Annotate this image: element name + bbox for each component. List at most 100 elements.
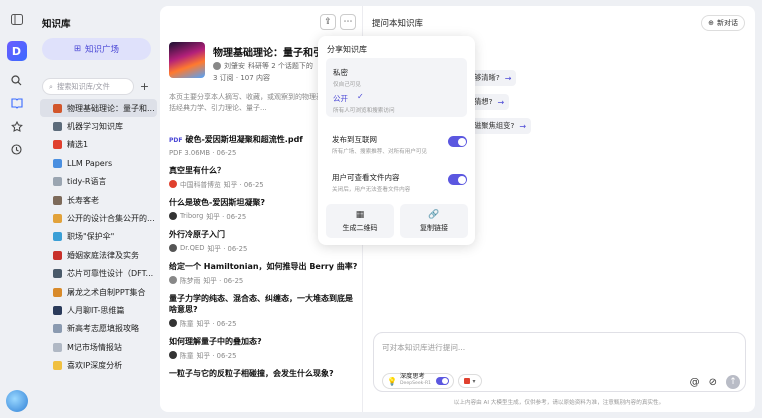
document-title: 量子力学的纯态、混合态、纠缠态，一大堆态到底是啥意思? bbox=[169, 293, 359, 315]
kb-list-item[interactable]: 职场"保护伞" bbox=[40, 228, 157, 246]
chat-title: 提问本知识库 bbox=[372, 19, 424, 29]
kb-list-item[interactable]: 长寿客老 bbox=[40, 191, 157, 209]
deep-think-switch[interactable] bbox=[436, 377, 450, 385]
kb-list-item[interactable]: 精选1 bbox=[40, 136, 157, 154]
arrow-right-icon: → bbox=[497, 97, 505, 107]
kb-list-item[interactable]: 芯片可靠性设计（DFT... bbox=[40, 265, 157, 283]
author-name: 陈童 bbox=[180, 352, 194, 360]
copy-link-button[interactable]: 🔗 复制链接 bbox=[400, 204, 468, 238]
permission-box: 私密 仅自己可见 公开 ✓ 所有人可浏览和搜索访问 bbox=[326, 58, 467, 117]
publish-row: 发布到互联网 所有广场、搜索推荐、对所有用户可见 bbox=[332, 134, 467, 155]
kb-thumbnail bbox=[53, 177, 62, 187]
at-icon[interactable]: @ bbox=[690, 377, 700, 388]
kb-list-item[interactable]: 物理基础理论：量子和... bbox=[40, 99, 157, 118]
suggestion-text: 够清晰? bbox=[474, 73, 500, 82]
chat-input-box[interactable]: 可对本知识库进行提问... 💡 深度思考 DeepSeek-R1 ▾ @ ⊘ ↑ bbox=[373, 332, 746, 392]
document-meta: 陈梦雨 知乎 · 06-25 bbox=[169, 275, 359, 285]
kb-thumbnail bbox=[53, 103, 62, 113]
kb-list-item[interactable]: 婚姻家庭法律及实务 bbox=[40, 246, 157, 264]
kb-list-item[interactable]: 公开的设计合集公开的... bbox=[40, 209, 157, 227]
author-name: Triborg bbox=[180, 212, 204, 220]
more-icon[interactable]: ⋯ bbox=[340, 14, 356, 30]
kb-list: 物理基础理论：量子和... 机器学习知识库 精选1 LLM Papers tidy-R语… bbox=[40, 99, 157, 375]
kb-square-button[interactable]: ⊞ 知识广场 bbox=[42, 38, 151, 60]
kb-item-label: 职场"保护伞" bbox=[67, 232, 115, 242]
kb-thumbnail bbox=[53, 287, 62, 297]
publish-toggle[interactable] bbox=[448, 136, 467, 147]
check-icon: ✓ bbox=[357, 92, 364, 101]
kb-item-label: 长寿客老 bbox=[67, 195, 99, 205]
view-content-label: 用户可查看文件内容 bbox=[332, 173, 400, 182]
kb-search-placeholder: 搜索知识库/文件 bbox=[57, 81, 110, 91]
kb-thumbnail bbox=[53, 305, 62, 315]
kb-item-label: 喜欢IP深度分析 bbox=[67, 361, 123, 371]
author-avatar bbox=[169, 244, 177, 252]
kb-list-item[interactable]: 喜欢IP深度分析 bbox=[40, 356, 157, 374]
kb-list-item[interactable]: tidy-R语言 bbox=[40, 173, 157, 191]
author-name: 中国科普博览 bbox=[180, 181, 221, 189]
kb-list-item[interactable]: LLM Papers bbox=[40, 154, 157, 172]
bulb-icon: 💡 bbox=[387, 376, 397, 386]
document-item[interactable]: 给定一个 Hamiltonian，如何推导出 Berry 曲率? 陈梦雨 知乎 · … bbox=[169, 261, 359, 285]
author-name: 陈梦雨 bbox=[180, 277, 201, 285]
search-icon: ⌕ bbox=[49, 81, 54, 91]
permission-private[interactable]: 私密 仅自己可见 bbox=[333, 67, 361, 88]
add-kb-button[interactable]: + bbox=[137, 78, 152, 95]
arrow-right-icon: → bbox=[519, 121, 527, 131]
permission-public[interactable]: 公开 ✓ 所有人可浏览和搜索访问 bbox=[333, 92, 395, 114]
new-chat-button[interactable]: ⊕ 新对话 bbox=[701, 15, 745, 31]
kb-list-item[interactable]: 人月聊IT-思维篇 bbox=[40, 301, 157, 319]
kb-panel: 知识库 ⊞ 知识广场 ⌕ 搜索知识库/文件 + 物理基础理论：量子和... 机器学… bbox=[33, 6, 159, 412]
suggestion-3[interactable]: 磁聚焦组变? → bbox=[469, 118, 532, 134]
suggestion-1[interactable]: 够清晰? → bbox=[469, 70, 517, 86]
private-desc: 仅自己可见 bbox=[333, 82, 361, 88]
author-avatar bbox=[169, 276, 177, 284]
kb-thumbnail bbox=[53, 122, 62, 132]
kb-list-item[interactable]: M记市场情报站 bbox=[40, 338, 157, 356]
panel-toggle-icon[interactable] bbox=[8, 10, 26, 28]
kb-thumbnail bbox=[53, 140, 62, 150]
doc-toolbar: ⇪ ⋯ bbox=[320, 14, 356, 30]
author-avatar bbox=[169, 180, 177, 188]
document-title-text: 破色-爱因斯坦凝聚和超流性.pdf bbox=[185, 135, 303, 144]
kb-item-label: 新高考志愿填报攻略 bbox=[67, 324, 139, 334]
document-item[interactable]: 量子力学的纯态、混合态、纠缠态，一大堆态到底是啥意思? 陈童 知乎 · 06-25 bbox=[169, 293, 359, 328]
suggestion-2[interactable]: 猜想? → bbox=[469, 94, 510, 110]
model-selector[interactable]: ▾ bbox=[458, 374, 482, 388]
kb-item-label: 婚姻家庭法律及实务 bbox=[67, 250, 139, 260]
deep-think-label: 深度思考 bbox=[399, 373, 425, 381]
view-content-desc: 关闭后，用户无法查看文件内容 bbox=[332, 187, 411, 193]
owner-name[interactable]: 刘肇安 bbox=[224, 61, 245, 71]
document-item[interactable]: 如何理解量子中的叠加态? 陈童 知乎 · 06-25 bbox=[169, 336, 359, 360]
history-icon[interactable] bbox=[8, 140, 26, 158]
deep-think-toggle[interactable]: 💡 深度思考 DeepSeek-R1 bbox=[382, 373, 455, 389]
kb-list-item[interactable]: 屠龙之术自制PPT集合 bbox=[40, 283, 157, 301]
star-icon[interactable] bbox=[8, 117, 26, 135]
app-logo[interactable]: D bbox=[6, 41, 27, 61]
document-meta: 陈童 知乎 · 06-25 bbox=[169, 318, 359, 328]
kb-thumbnail bbox=[53, 195, 62, 205]
kb-list-item[interactable]: 新高考志愿填报攻略 bbox=[40, 320, 157, 338]
arrow-right-icon: → bbox=[504, 73, 512, 83]
document-meta-text: 知乎 · 06-25 bbox=[206, 213, 247, 221]
document-meta-text: PDF 3.06MB · 06-25 bbox=[169, 149, 237, 157]
document-item[interactable]: 一粒子与它的反粒子相碰撞，会发生什么现象? bbox=[169, 368, 359, 379]
pdf-icon: PDF bbox=[169, 137, 183, 144]
kb-search-input[interactable]: ⌕ 搜索知识库/文件 bbox=[42, 78, 134, 95]
search-icon[interactable] bbox=[8, 71, 26, 89]
qr-code-button[interactable]: ▦ 生成二维码 bbox=[326, 204, 394, 238]
document-title-text: 给定一个 Hamiltonian，如何推导出 Berry 曲率? bbox=[169, 262, 358, 271]
copy-link-label: 复制链接 bbox=[420, 223, 448, 232]
kb-list-item[interactable]: 机器学习知识库 bbox=[40, 117, 157, 135]
publish-label: 发布到互联网 bbox=[332, 135, 377, 144]
attach-icon[interactable]: ⊘ bbox=[709, 377, 717, 388]
send-button[interactable]: ↑ bbox=[726, 375, 740, 389]
share-icon[interactable]: ⇪ bbox=[320, 14, 336, 30]
book-icon[interactable] bbox=[8, 94, 26, 112]
user-avatar[interactable] bbox=[6, 390, 28, 412]
owner-avatar bbox=[213, 62, 221, 70]
model-icon bbox=[464, 378, 471, 384]
author-avatar bbox=[169, 319, 177, 327]
view-content-toggle[interactable] bbox=[448, 174, 467, 185]
input-actions: @ ⊘ ↑ bbox=[690, 375, 740, 389]
